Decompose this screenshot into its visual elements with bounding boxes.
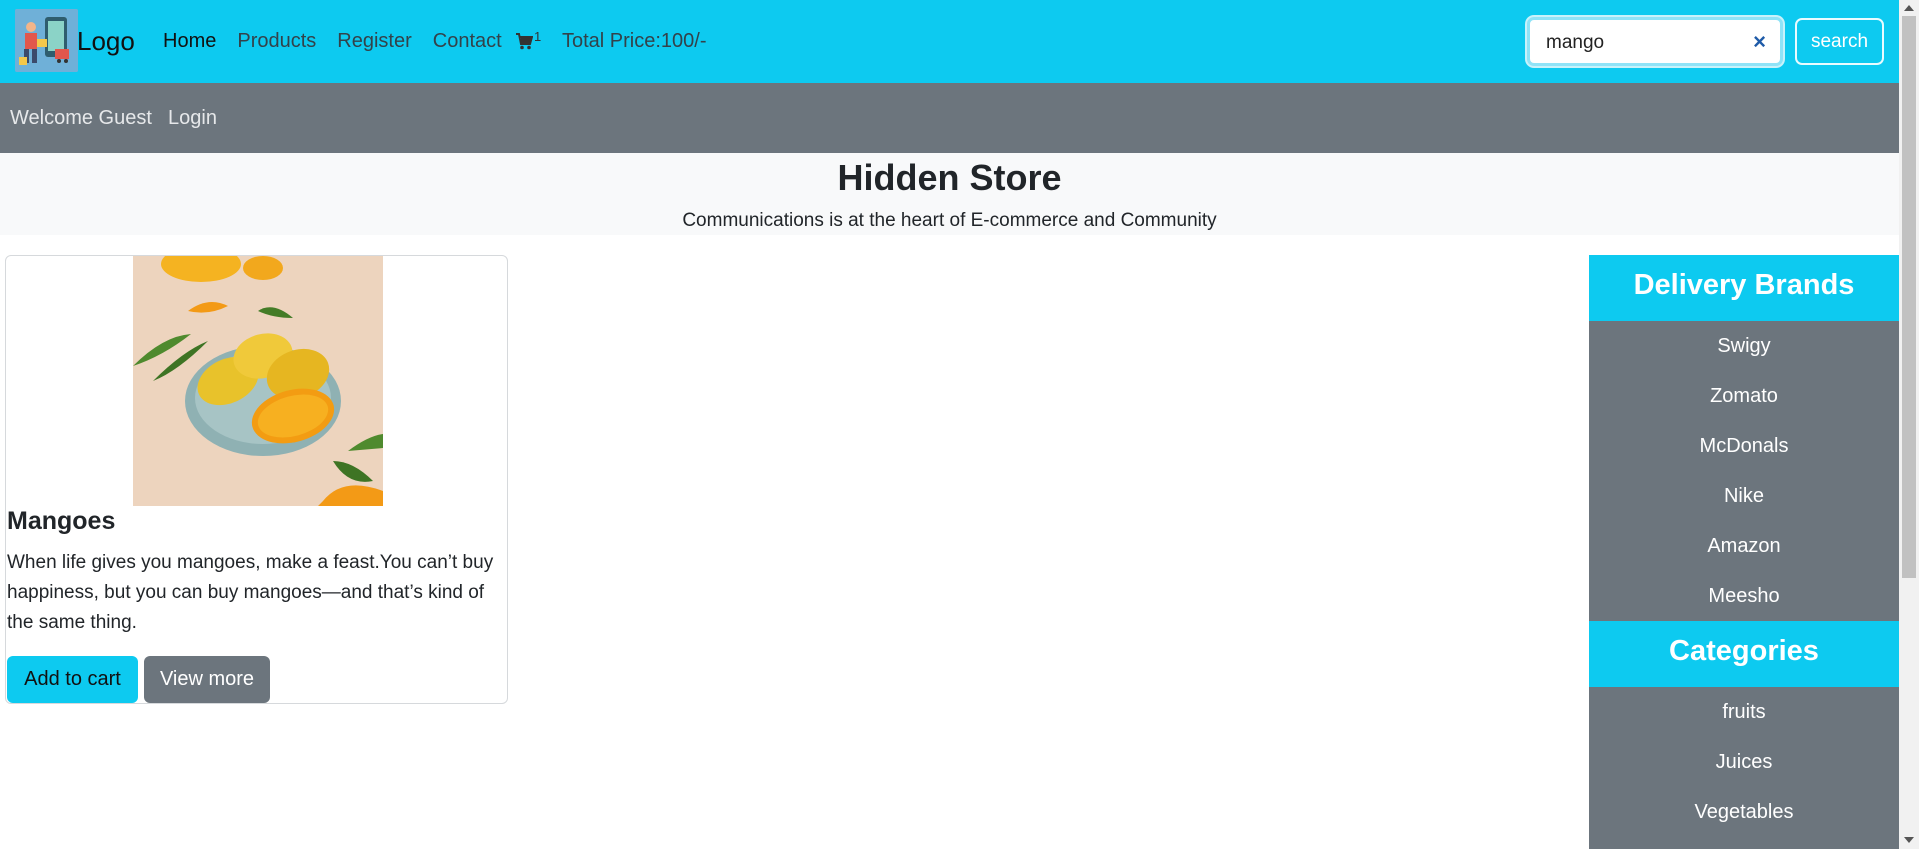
store-title: Hidden Store — [837, 157, 1062, 198]
main-nav-links: Home Products Register Contact — [163, 30, 523, 53]
scroll-thumb[interactable] — [1902, 16, 1916, 578]
view-more-button[interactable]: View more — [144, 656, 270, 703]
cart-count-badge: 1 — [534, 29, 542, 44]
logo-image[interactable] — [15, 9, 78, 72]
cart-link[interactable]: 1 — [515, 29, 541, 54]
nav-link-products[interactable]: Products — [237, 30, 316, 53]
clear-search-icon[interactable]: × — [1753, 29, 1766, 55]
total-price: Total Price:100/- — [562, 30, 707, 52]
store-header: Hidden Store Communications is at the he… — [0, 153, 1899, 235]
scroll-down-arrow-icon[interactable] — [1904, 837, 1914, 843]
nav-link-home[interactable]: Home — [163, 30, 216, 53]
brand-item-meesho[interactable]: Meesho — [1589, 585, 1899, 608]
brand-item-amazon[interactable]: Amazon — [1589, 535, 1899, 558]
welcome-text: Welcome Guest — [10, 107, 152, 129]
brand-item-zomato[interactable]: Zomato — [1589, 385, 1899, 408]
category-item-vegetables[interactable]: Vegetables — [1589, 801, 1899, 824]
categories-heading: Categories — [1589, 621, 1899, 687]
product-card: Mangoes When life gives you mangoes, mak… — [5, 255, 508, 704]
product-image — [133, 256, 383, 506]
sidebar: Delivery Brands Swigy Zomato McDonals Ni… — [1589, 255, 1899, 849]
category-item-fruits[interactable]: fruits — [1589, 701, 1899, 724]
page-scrollbar[interactable] — [1899, 0, 1919, 849]
search-box: × — [1527, 17, 1783, 66]
product-description: When life gives you mangoes, make a feas… — [7, 552, 494, 633]
brand-item-nike[interactable]: Nike — [1589, 485, 1899, 508]
scroll-up-arrow-icon[interactable] — [1904, 5, 1914, 11]
search-button[interactable]: search — [1795, 18, 1884, 65]
page: Logo Home Products Register Contact 1 To… — [0, 0, 1899, 849]
brand-item-mcdonals[interactable]: McDonals — [1589, 435, 1899, 458]
add-to-cart-button[interactable]: Add to cart — [7, 656, 138, 703]
top-navbar: Logo Home Products Register Contact 1 To… — [0, 0, 1899, 83]
category-item-juices[interactable]: Juices — [1589, 751, 1899, 774]
shopping-cart-icon — [516, 33, 534, 50]
product-title: Mangoes — [7, 507, 116, 535]
login-link[interactable]: Login — [168, 107, 217, 130]
delivery-brands-heading: Delivery Brands — [1589, 255, 1899, 321]
brand-item-swigy[interactable]: Swigy — [1589, 335, 1899, 358]
nav-link-register[interactable]: Register — [337, 30, 411, 53]
logo-text[interactable]: Logo — [77, 26, 135, 57]
user-navbar: Welcome Guest Login — [0, 83, 1899, 153]
nav-link-contact[interactable]: Contact — [433, 30, 502, 53]
search-input[interactable] — [1544, 20, 1738, 65]
store-tagline: Communications is at the heart of E-comm… — [682, 210, 1217, 231]
